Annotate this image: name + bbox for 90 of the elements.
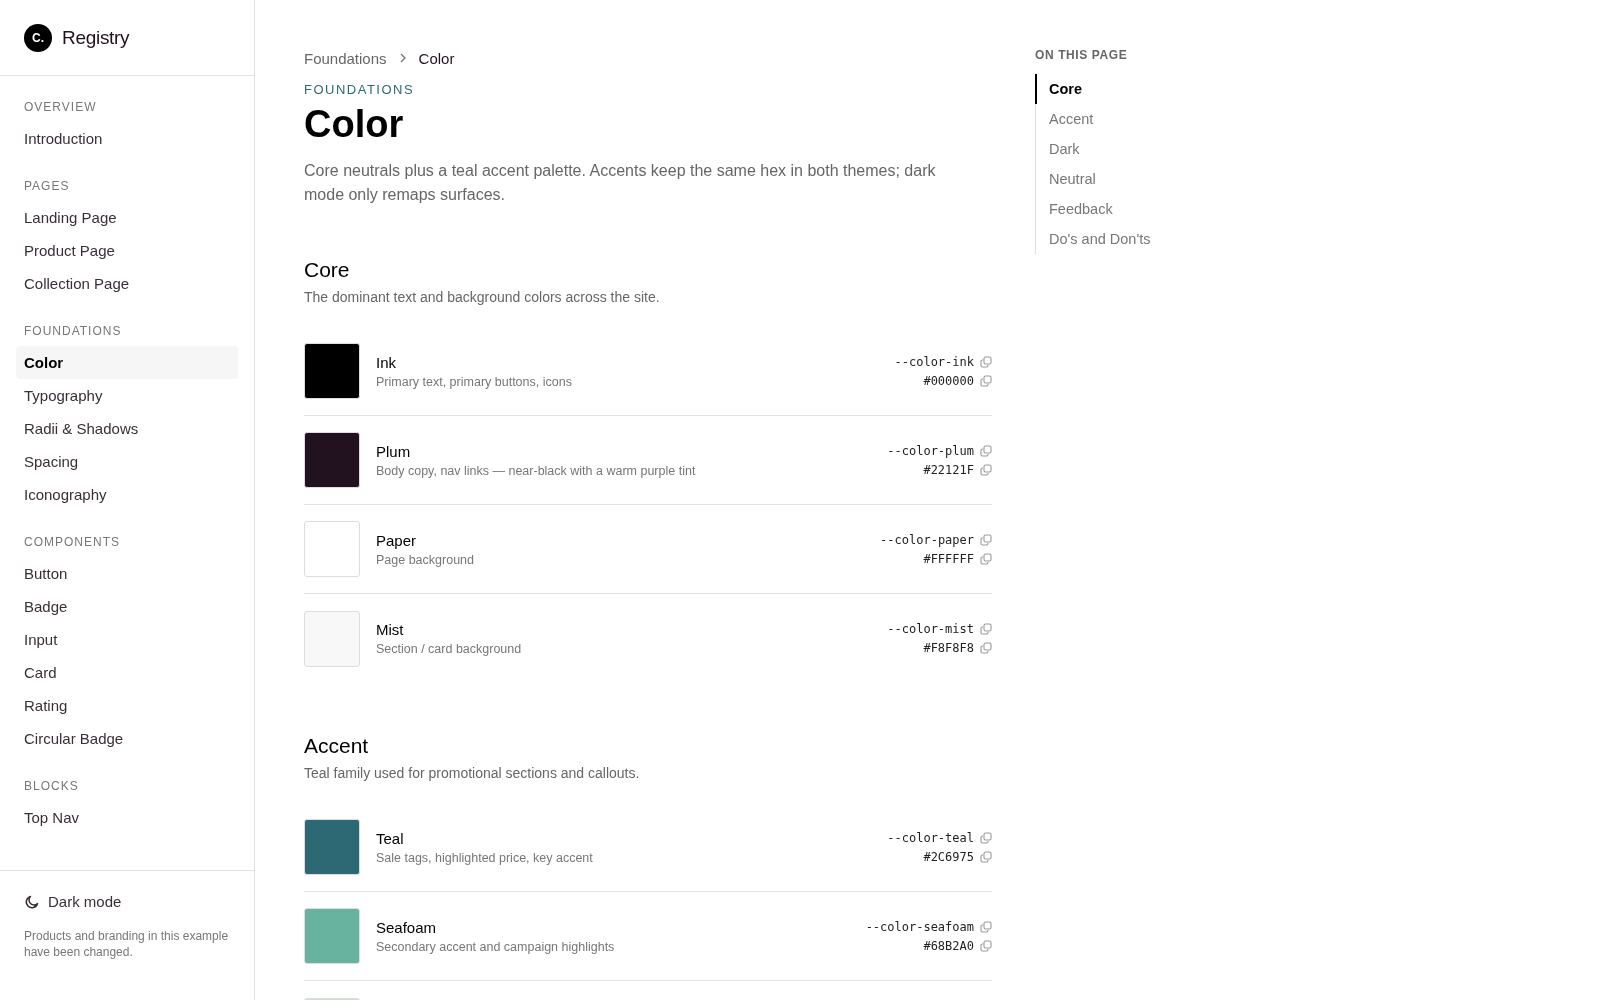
copy-button[interactable] [980, 850, 992, 863]
swatch-usage: Section / card background [376, 642, 523, 656]
sidebar-item[interactable]: Iconography [16, 478, 238, 511]
copy-icon [980, 623, 992, 635]
copy-icon [980, 831, 992, 844]
hex-value: #FFFFFF [923, 551, 974, 566]
nav-section-heading: COMPONENTS [23, 534, 121, 551]
token-text: --color-teal [887, 830, 974, 845]
sidebar-item[interactable]: Rating [16, 689, 238, 722]
copy-button[interactable] [980, 533, 992, 546]
copy-button[interactable] [980, 920, 992, 933]
copy-icon [980, 355, 992, 368]
logo-mark: C. [24, 23, 52, 52]
sidebar-item[interactable]: Spacing [16, 445, 238, 478]
swatch-usage: Page background [376, 552, 475, 567]
sidebar-item[interactable]: Radii & Shadows [16, 412, 238, 445]
copy-button[interactable] [980, 642, 992, 654]
sidebar-item[interactable]: Introduction [16, 122, 238, 155]
footnote: Products and branding in this example have been changed. [24, 928, 230, 960]
nav-section-heading: BLOCKS [23, 778, 80, 795]
copy-button[interactable] [980, 444, 992, 457]
brand-name: Registry [62, 26, 130, 49]
hex-value: #2C6975 [923, 849, 974, 864]
sidebar-item[interactable]: Card [16, 656, 238, 689]
token-text: --color-seafoam [865, 919, 974, 934]
token-text: --color-ink [894, 354, 974, 369]
swatch-name: Mist [376, 621, 405, 638]
toc-link[interactable]: Feedback [1035, 194, 1255, 224]
token-text: --color-mist [887, 622, 974, 636]
swatch-name: Seafoam [376, 918, 438, 936]
toc-link[interactable]: Accent [1035, 104, 1255, 134]
sidebar-item[interactable]: Typography [16, 379, 238, 412]
section-heading: Accent [304, 733, 370, 759]
copy-button[interactable] [980, 355, 992, 368]
token-text: --color-plum [887, 443, 974, 458]
copy-button[interactable] [980, 939, 992, 952]
swatch-usage: Secondary accent and campaign highlights [376, 939, 616, 954]
sidebar-item[interactable]: Collection Page [16, 267, 238, 300]
swatch-usage: Primary text, primary buttons, icons [376, 374, 573, 389]
sidebar-item[interactable]: Landing Page [16, 201, 238, 234]
swatch-name: Ink [376, 353, 397, 371]
toc-link[interactable]: Core [1035, 74, 1255, 104]
toc-link[interactable]: Do's and Don'ts [1035, 224, 1255, 254]
swatch-usage: Body copy, nav links — near-black with a warm purple tint [376, 463, 697, 478]
copy-icon [980, 850, 992, 863]
copy-icon [980, 444, 992, 457]
eyebrow-label: FOUNDATIONS [304, 82, 416, 97]
toc-link[interactable]: Dark [1035, 134, 1255, 164]
swatch-name: Paper [376, 531, 418, 549]
toc-link[interactable]: Neutral [1035, 164, 1255, 194]
copy-button[interactable] [980, 374, 992, 387]
page-title: Color [304, 102, 405, 147]
token-text: --color-paper [880, 532, 974, 547]
intro-text: Core neutrals plus a teal accent palette. Accents keep the same hex in both themes; dark mode only remaps surfaces. [304, 161, 937, 205]
hex-value: #22121F [923, 462, 974, 477]
copy-icon [980, 463, 992, 476]
swatch-name: Teal [376, 829, 405, 847]
hex-value: #68B2A0 [923, 938, 974, 953]
moon-icon [24, 893, 40, 910]
sidebar-item[interactable]: Button [16, 557, 238, 590]
copy-icon [980, 552, 992, 565]
copy-icon [980, 920, 992, 933]
copy-icon [980, 939, 992, 952]
sidebar-item[interactable]: Top Nav [16, 801, 238, 834]
hex-value: #F8F8F8 [923, 641, 974, 655]
swatch-usage: Sale tags, highlighted price, key accent [376, 850, 594, 865]
copy-button[interactable] [980, 831, 992, 844]
sidebar-item[interactable]: Circular Badge [16, 722, 238, 755]
nav-section-heading: OVERVIEW [23, 99, 98, 116]
copy-button[interactable] [980, 463, 992, 476]
dark-mode-toggle[interactable]: Dark mode [24, 893, 122, 910]
copy-icon [980, 374, 992, 387]
sidebar-item[interactable]: Product Page [16, 234, 238, 267]
chevron-right-icon [398, 53, 407, 63]
copy-icon [980, 642, 992, 654]
breadcrumb-link[interactable]: Foundations [304, 49, 387, 67]
section-description: Teal family used for promotional sections and callouts. [304, 765, 641, 781]
copy-icon [980, 533, 992, 546]
sidebar-item[interactable]: Badge [16, 590, 238, 623]
section-description: The dominant text and background colors across the site. [304, 289, 661, 305]
nav-section-heading: PAGES [23, 178, 71, 195]
nav-section-heading: FOUNDATIONS [23, 323, 123, 340]
section-heading: Core [304, 257, 351, 283]
copy-button[interactable] [980, 623, 992, 635]
copy-button[interactable] [980, 552, 992, 565]
toc-heading: ON THIS PAGE [1035, 48, 1129, 62]
swatch-name: Plum [376, 442, 412, 460]
sidebar-item[interactable]: Color [16, 346, 238, 379]
sidebar-item[interactable]: Input [16, 623, 238, 656]
hex-value: #000000 [923, 373, 974, 388]
